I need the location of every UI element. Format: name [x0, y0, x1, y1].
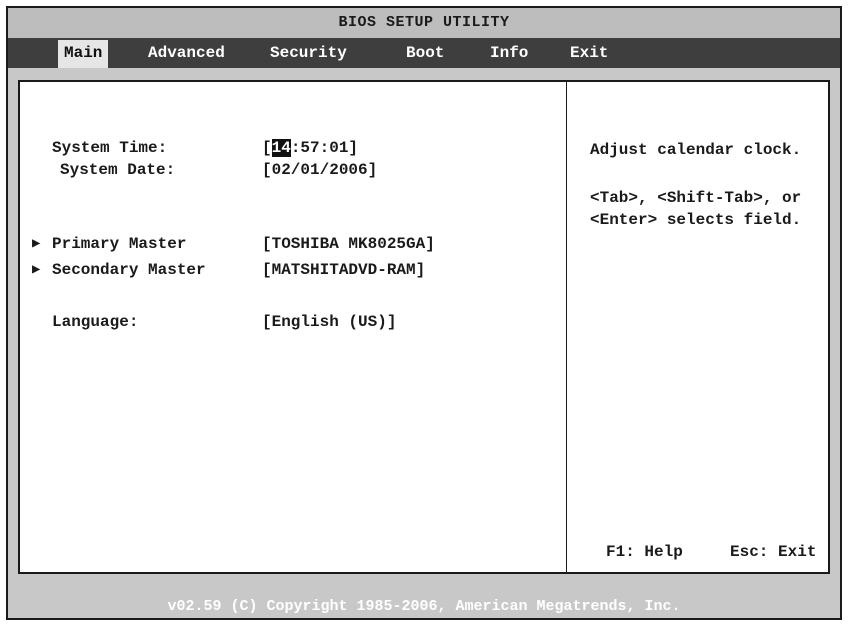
tab-boot[interactable]: Boot — [400, 38, 450, 68]
language-label: Language: — [52, 313, 139, 331]
primary-master-value: [TOSHIBA MK8025GA] — [262, 235, 435, 253]
bottom-margin — [8, 574, 840, 588]
system-time-field[interactable]: [14:57:01] — [262, 138, 358, 158]
system-time-label: System Time: — [52, 139, 168, 157]
tab-info[interactable]: Info — [484, 38, 534, 68]
system-time-remainder[interactable]: :57:01] — [291, 139, 358, 157]
secondary-master-item[interactable]: Secondary Master — [52, 260, 206, 280]
primary-master-item[interactable]: Primary Master — [52, 234, 186, 254]
triangle-right-icon: ▶ — [32, 262, 41, 278]
tab-exit[interactable]: Exit — [564, 38, 614, 68]
menu-bar: Main Advanced Security Boot Info Exit — [6, 38, 842, 68]
system-date-label: System Date: — [60, 161, 176, 179]
left-margin — [8, 80, 18, 574]
esc-exit-hint: Esc: Exit — [730, 543, 817, 561]
secondary-master-value: [MATSHITADVD-RAM] — [262, 261, 426, 279]
system-time-open-bracket: [ — [262, 139, 272, 157]
menu-underbar — [6, 68, 842, 80]
help-keys-line1: <Tab>, <Shift-Tab>, or — [590, 189, 802, 207]
system-date-field[interactable]: [02/01/2006] — [262, 160, 377, 180]
help-description: Adjust calendar clock. — [590, 141, 802, 159]
bios-title: BIOS SETUP UTILITY — [6, 6, 842, 38]
f1-help-hint: F1: Help — [606, 543, 683, 561]
system-time-hour-selected[interactable]: 14 — [271, 139, 291, 157]
copyright-footer: v02.59 (C) Copyright 1985-2006, American… — [8, 588, 840, 618]
help-keys-line2: <Enter> selects field. — [590, 211, 802, 229]
tab-security[interactable]: Security — [264, 38, 353, 68]
triangle-right-icon: ▶ — [32, 236, 41, 252]
tab-advanced[interactable]: Advanced — [142, 38, 231, 68]
right-margin — [830, 80, 840, 574]
tab-main[interactable]: Main — [58, 40, 109, 68]
language-field[interactable]: [English (US)] — [262, 312, 396, 332]
